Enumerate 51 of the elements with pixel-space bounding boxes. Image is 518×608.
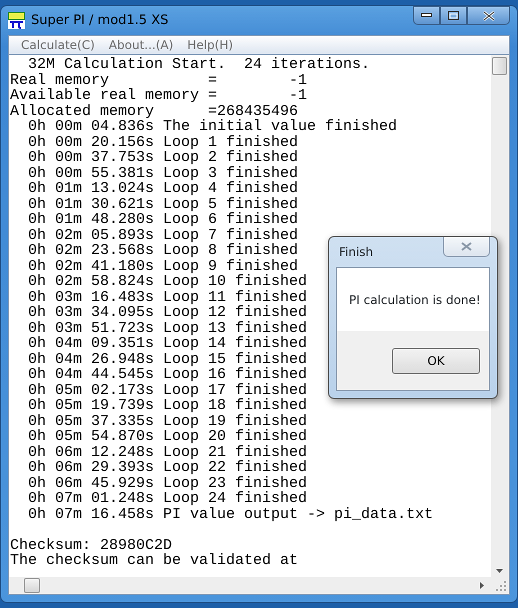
output-line: 0h 07m 16.458s PI value output -> pi_data.txt <box>27 506 434 522</box>
output-line: 0h 06m 45.929s Loop 23 finished <box>27 474 308 492</box>
scroll-thumb[interactable] <box>24 578 40 593</box>
app-icon <box>8 12 25 29</box>
dialog-title: Finish <box>338 244 374 261</box>
output-line: 0h 02m 05.893s Loop 7 finished <box>27 226 298 244</box>
output-line: The checksum can be validated at <box>10 552 298 569</box>
close-button[interactable] <box>467 6 510 25</box>
output-line: 0h 05m 54.870s Loop 20 finished <box>27 428 308 445</box>
close-icon <box>461 242 472 251</box>
output-line: 0h 06m 12.248s Loop 21 finished <box>27 444 308 460</box>
close-icon <box>482 10 494 20</box>
output-line: Checksum: 28980C2D <box>10 536 172 554</box>
output-line: 0h 03m 51.723s Loop 13 finished <box>27 320 308 336</box>
output-line: 0h 02m 58.824s Loop 10 finished <box>27 273 308 290</box>
scroll-down-icon[interactable] <box>496 569 503 573</box>
output-line: 0h 00m 37.753s Loop 2 finished <box>27 149 298 166</box>
output-line: 0h 05m 19.739s Loop 18 finished <box>27 397 308 414</box>
output-line: 0h 06m 29.393s Loop 22 finished <box>27 459 308 476</box>
output-line: 0h 07m 01.248s Loop 24 finished <box>27 490 308 507</box>
scroll-right-icon[interactable] <box>480 582 484 589</box>
output-line: 0h 05m 37.335s Loop 19 finished <box>27 412 308 430</box>
output-line: 0h 00m 55.381s Loop 3 finished <box>27 164 298 182</box>
output-line: 0h 04m 44.545s Loop 16 finished <box>27 366 308 383</box>
output-line: 0h 01m 48.280s Loop 6 finished <box>27 211 298 228</box>
minimize-button[interactable] <box>413 6 440 25</box>
output-line: Allocated memory =268435496 <box>10 102 298 120</box>
window-title: Super PI / mod1.5 XS <box>31 12 168 30</box>
horizontal-scrollbar[interactable] <box>9 577 491 594</box>
output-line: Real memory = -1 <box>10 72 308 88</box>
output-line: 32M Calculation Start. 24 iterations. <box>27 56 370 73</box>
output-line: 0h 04m 09.351s Loop 14 finished <box>27 335 308 352</box>
output-line: 0h 01m 30.621s Loop 5 finished <box>27 196 298 212</box>
output-line: 0h 00m 04.836s The initial value finished <box>27 118 398 135</box>
resize-grip-icon[interactable] <box>496 581 506 591</box>
output-line: 0h 03m 16.483s Loop 11 finished <box>27 288 308 306</box>
output-line: Available real memory = -1 <box>10 87 308 104</box>
maximize-icon <box>448 11 459 20</box>
output-line: 0h 03m 34.095s Loop 12 finished <box>27 304 308 321</box>
output-line: 0h 05m 02.173s Loop 17 finished <box>27 382 308 398</box>
output-line: 0h 01m 13.024s Loop 4 finished <box>27 180 298 197</box>
output-line: 0h 02m 23.568s Loop 8 finished <box>27 242 298 259</box>
minimize-icon <box>421 13 432 18</box>
ok-button[interactable]: OK <box>392 348 480 374</box>
output-line: 0h 00m 20.156s Loop 1 finished <box>27 134 298 150</box>
maximize-button[interactable] <box>440 6 467 25</box>
output-line: 0h 04m 26.948s Loop 15 finished <box>27 350 308 368</box>
output-line: 0h 02m 41.180s Loop 9 finished <box>27 258 298 274</box>
close-button[interactable] <box>443 237 490 257</box>
scroll-thumb[interactable] <box>492 57 507 75</box>
dialog-message: PI calculation is done! <box>349 292 481 308</box>
